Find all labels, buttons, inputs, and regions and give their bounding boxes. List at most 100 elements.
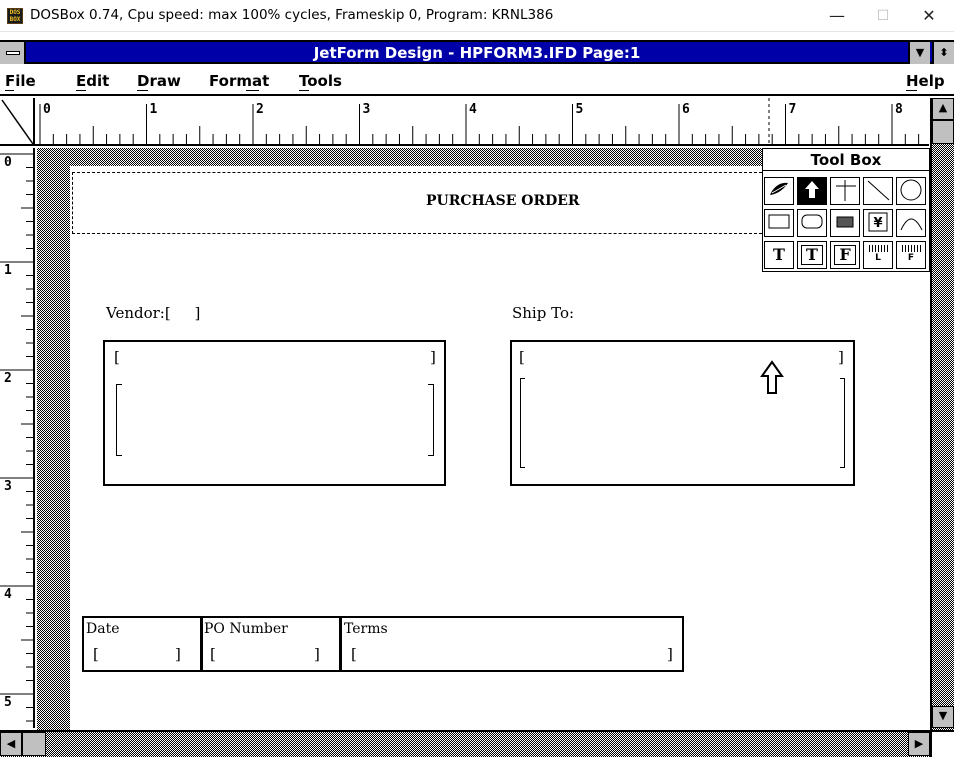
vendor-field-2-bracket-open[interactable] [116,384,122,456]
ruler-number-v: 0 [4,155,12,170]
scroll-down-button[interactable]: ▼ [932,706,954,728]
vendor-field-1-close[interactable]: ] [430,349,436,366]
vendor-label[interactable]: Vendor:[ ] [106,305,200,322]
rectangle-icon [768,214,790,229]
menu-edit[interactable]: Edit [76,72,109,90]
ruler-number-h: 1 [149,102,158,117]
ship-to-label[interactable]: Ship To: [512,305,574,322]
menu-mnemonic-edit [76,90,86,91]
arc-icon [900,218,923,231]
terms-field-open[interactable]: [ [351,646,357,663]
date-field-open[interactable]: [ [93,646,99,663]
vertical-scroll-thumb[interactable] [932,120,954,144]
po-number-field-open[interactable]: [ [210,646,216,663]
terms-label[interactable]: Terms [344,621,388,638]
form-title[interactable]: PURCHASE ORDER [426,193,580,210]
tool-label: T [773,245,785,264]
vendor-field-1-open[interactable]: [ [114,349,120,366]
ruler-number-v: 3 [4,479,12,494]
ship-to-field-2-bracket-open[interactable] [520,378,525,468]
ruler-number-h: 5 [575,102,584,117]
line-tool[interactable] [863,177,893,205]
rectangle-tool[interactable] [764,209,794,237]
header-region[interactable] [72,172,762,234]
dosbox-icon[interactable]: DOS BOX [7,8,23,24]
vendor-field-2-bracket-close[interactable] [428,384,434,456]
text-box-tool[interactable]: T [797,241,827,269]
barcode-l-tool[interactable]: L [863,241,893,269]
vendor-box[interactable] [103,340,446,486]
menu-format[interactable]: Format [209,72,269,90]
po-number-field-close[interactable]: ] [314,646,320,663]
cross-line-icon [836,180,856,201]
ship-to-field-1-close[interactable]: ] [838,349,844,366]
barcode-icon [869,245,888,252]
menu-draw[interactable]: Draw [137,72,181,90]
ruler-number-v: 2 [4,371,12,386]
hatched-box-icon [836,216,854,228]
horizontal-scrollbar[interactable] [0,730,954,757]
tool-label: F [839,245,851,264]
vertical-scrollbar[interactable] [930,98,954,730]
graphic-icon: ¥ [868,212,888,232]
po-number-label[interactable]: PO Number [204,621,288,638]
date-label[interactable]: Date [86,621,119,638]
menu-file[interactable]: File [5,72,36,90]
circle-tool[interactable] [896,177,926,205]
ruler-number-h: 0 [43,102,51,117]
scrollbar-corner [930,730,954,757]
diagonal-line-icon [867,180,890,201]
circle-icon [900,179,922,201]
cross-line-tool[interactable] [830,177,860,205]
arc-tool[interactable] [896,209,926,237]
barcode-f-tool[interactable]: F [896,241,926,269]
ship-to-field-2-bracket-close[interactable] [840,378,845,468]
ruler-number-h: 3 [362,102,371,117]
ruler-number-h: 7 [788,102,797,117]
date-field-close[interactable]: ] [175,646,181,663]
ruler-number-h: 8 [895,102,903,117]
shade-box-tool[interactable] [830,209,860,237]
rounded-rectangle-tool[interactable] [797,209,827,237]
close-button[interactable]: ✕ [906,0,952,32]
vertical-ruler [0,148,35,728]
page-margin-top [37,148,762,166]
ship-to-box[interactable] [510,340,855,486]
horizontal-scroll-thumb[interactable] [22,732,46,756]
ruler-number-h: 2 [256,102,264,117]
terms-field-close[interactable]: ] [667,646,673,663]
ruler-number-v: 5 [4,695,12,710]
system-menu-icon [6,51,20,55]
menu-help[interactable]: Help [906,72,945,90]
rounded-rectangle-icon [801,214,823,229]
pointer-tool[interactable] [797,177,827,205]
ship-to-field-1-open[interactable]: [ [519,349,525,366]
tool-box-title[interactable]: Tool Box [762,149,930,171]
menu-mnemonic-format [246,90,259,91]
app-title: JetForm Design - HPFORM3.IFD Page:1 [313,44,641,62]
field-tool[interactable]: F [830,241,860,269]
scroll-up-button[interactable]: ▲ [932,98,954,120]
maximize-button[interactable]: ☐ [860,0,906,32]
dosbox-window-title: DOSBox 0.74, Cpu speed: max 100% cycles,… [30,7,554,23]
mouse-pointer-icon [760,360,784,400]
page-margin-left [37,148,70,730]
scroll-left-button[interactable]: ◀ [0,732,22,756]
details-divider-2 [339,616,342,672]
menu-tools[interactable]: Tools [299,72,342,90]
ruler-number-v: 1 [4,263,12,278]
tool-label: T [806,245,818,264]
menu-mnemonic-tools [299,90,309,91]
menu-mnemonic-draw [137,90,148,91]
brush-tool[interactable] [764,177,794,205]
ruler-number-h: 4 [469,102,477,117]
pointer-icon [805,181,819,198]
menu-mnemonic-help [906,90,917,91]
restore-app-button[interactable]: ⬍ [932,42,954,64]
text-tool[interactable]: T [764,241,794,269]
minimize-app-button[interactable]: ▼ [908,42,930,64]
scroll-right-button[interactable]: ▶ [908,732,930,756]
graphic-tool[interactable]: ¥ [863,209,893,237]
minimize-button[interactable]: — [814,0,860,32]
svg-text:¥: ¥ [873,216,882,231]
